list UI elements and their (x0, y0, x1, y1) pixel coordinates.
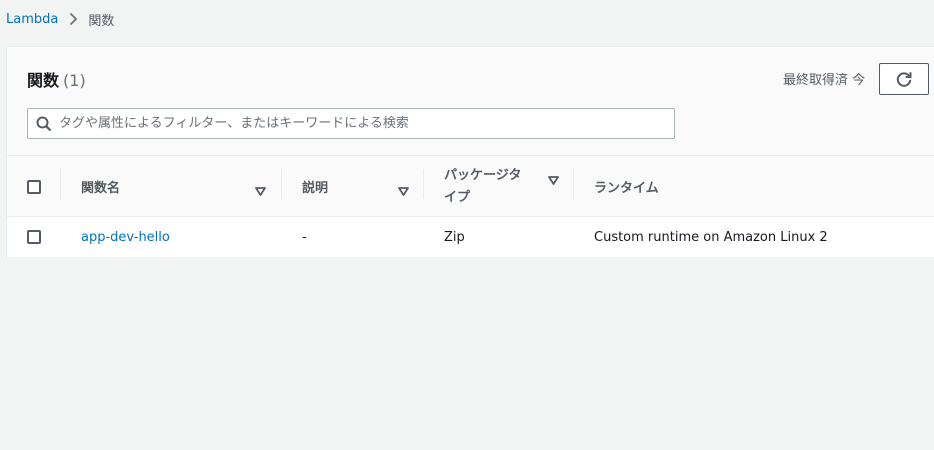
column-header-runtime[interactable]: ランタイム (594, 156, 659, 217)
sort-triangle-icon[interactable] (548, 170, 559, 189)
column-header-name[interactable]: 関数名 (81, 156, 120, 217)
table-header: 関数名 説明 パッケージタイプ ランタイム (7, 156, 934, 217)
refresh-button[interactable] (879, 63, 929, 95)
functions-panel: 関数(1) 最終取得済 今 関数 (6, 46, 934, 257)
breadcrumb: Lambda 関数 (6, 8, 114, 30)
filter-input[interactable] (59, 116, 659, 131)
select-all-checkbox[interactable] (27, 179, 41, 194)
sort-triangle-icon[interactable] (255, 181, 266, 200)
refresh-icon (895, 70, 913, 88)
panel-header: 関数 (1) 最終取得済 今 (7, 47, 934, 156)
sort-triangle-icon[interactable] (398, 181, 409, 200)
function-name-cell: app-dev-hello (81, 217, 170, 257)
page-title: 関数 (1) (27, 67, 86, 91)
column-divider (281, 169, 282, 199)
row-checkbox[interactable] (27, 230, 41, 244)
column-header-description[interactable]: 説明 (302, 156, 328, 217)
last-fetched-label: 最終取得済 今 (783, 73, 866, 88)
panel-title-text: 関数 (27, 71, 60, 90)
select-all-cell (27, 156, 41, 217)
column-divider (423, 169, 424, 199)
runtime-cell: Custom runtime on Amazon Linux 2 (594, 229, 828, 245)
row-select-cell (27, 217, 41, 257)
breadcrumb-lambda-link[interactable]: Lambda (6, 12, 58, 27)
column-divider (573, 169, 574, 199)
column-header-package-type[interactable]: パッケージタイプ (444, 156, 534, 217)
package-type-cell: Zip (444, 229, 465, 245)
table-row: app-dev-hello - Zip Custom runtime on Am… (7, 217, 934, 257)
breadcrumb-current: 関数 (88, 13, 115, 29)
function-name-link[interactable]: app-dev-hello (81, 230, 170, 245)
chevron-right-icon (69, 12, 78, 26)
description-cell: - (302, 229, 307, 245)
filter-box (27, 108, 675, 139)
search-icon (36, 116, 52, 132)
column-divider (60, 169, 61, 199)
function-count: (1) (63, 71, 86, 90)
